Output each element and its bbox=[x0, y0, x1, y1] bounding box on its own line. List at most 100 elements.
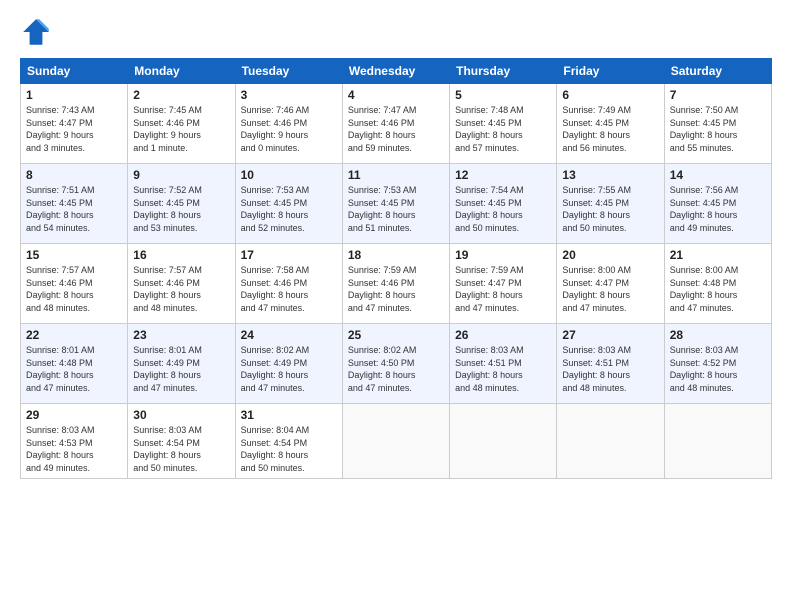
calendar-cell: 13Sunrise: 7:55 AM Sunset: 4:45 PM Dayli… bbox=[557, 164, 664, 244]
day-info: Sunrise: 7:51 AM Sunset: 4:45 PM Dayligh… bbox=[26, 184, 122, 234]
weekday-header-monday: Monday bbox=[128, 59, 235, 84]
day-number: 9 bbox=[133, 168, 229, 182]
day-info: Sunrise: 7:56 AM Sunset: 4:45 PM Dayligh… bbox=[670, 184, 766, 234]
day-number: 4 bbox=[348, 88, 444, 102]
day-info: Sunrise: 7:48 AM Sunset: 4:45 PM Dayligh… bbox=[455, 104, 551, 154]
calendar-cell: 28 Sunrise: 8:03 AM Sunset: 4:52 PM Dayli… bbox=[664, 324, 771, 404]
day-number: 25 bbox=[348, 328, 444, 342]
calendar-cell: 20 Sunrise: 8:00 AM Sunset: 4:47 PM Dayli… bbox=[557, 244, 664, 324]
day-info: Sunrise: 7:53 AM Sunset: 4:45 PM Dayligh… bbox=[241, 184, 337, 234]
day-info: Sunrise: 7:54 AM Sunset: 4:45 PM Dayligh… bbox=[455, 184, 551, 234]
day-info: Sunrise: 8:03 AM Sunset: 4:51 PM Dayligh… bbox=[562, 344, 658, 394]
day-number: 5 bbox=[455, 88, 551, 102]
calendar-cell: 3 Sunrise: 7:46 AM Sunset: 4:46 PM Daylig… bbox=[235, 84, 342, 164]
weekday-header-friday: Friday bbox=[557, 59, 664, 84]
day-number: 6 bbox=[562, 88, 658, 102]
calendar-cell: 7 Sunrise: 7:50 AM Sunset: 4:45 PM Daylig… bbox=[664, 84, 771, 164]
day-number: 16 bbox=[133, 248, 229, 262]
calendar-cell: 10 Sunrise: 7:53 AM Sunset: 4:45 PM Dayli… bbox=[235, 164, 342, 244]
day-number: 23 bbox=[133, 328, 229, 342]
calendar-cell bbox=[342, 404, 449, 479]
day-number: 30 bbox=[133, 408, 229, 422]
day-number: 15 bbox=[26, 248, 122, 262]
page-header bbox=[20, 16, 772, 48]
day-number: 14 bbox=[670, 168, 766, 182]
day-number: 7 bbox=[670, 88, 766, 102]
calendar-cell: 23 Sunrise: 8:01 AM Sunset: 4:49 PM Dayli… bbox=[128, 324, 235, 404]
calendar-cell bbox=[664, 404, 771, 479]
day-info: Sunrise: 8:03 AM Sunset: 4:51 PM Dayligh… bbox=[455, 344, 551, 394]
calendar-cell: 16 Sunrise: 7:57 AM Sunset: 4:46 PM Dayli… bbox=[128, 244, 235, 324]
day-info: Sunrise: 7:52 AM Sunset: 4:45 PM Dayligh… bbox=[133, 184, 229, 234]
calendar-cell: 31 Sunrise: 8:04 AM Sunset: 4:54 PM Dayli… bbox=[235, 404, 342, 479]
day-info: Sunrise: 7:45 AM Sunset: 4:46 PM Dayligh… bbox=[133, 104, 229, 154]
weekday-header-wednesday: Wednesday bbox=[342, 59, 449, 84]
day-number: 24 bbox=[241, 328, 337, 342]
calendar-cell bbox=[557, 404, 664, 479]
calendar-cell: 17 Sunrise: 7:58 AM Sunset: 4:46 PM Dayli… bbox=[235, 244, 342, 324]
calendar-cell: 12 Sunrise: 7:54 AM Sunset: 4:45 PM Dayli… bbox=[450, 164, 557, 244]
day-info: Sunrise: 8:02 AM Sunset: 4:50 PM Dayligh… bbox=[348, 344, 444, 394]
day-info: Sunrise: 8:01 AM Sunset: 4:48 PM Dayligh… bbox=[26, 344, 122, 394]
calendar-cell: 1 Sunrise: 7:43 AM Sunset: 4:47 PM Daylig… bbox=[21, 84, 128, 164]
calendar-cell: 6 Sunrise: 7:49 AM Sunset: 4:45 PM Daylig… bbox=[557, 84, 664, 164]
calendar-cell: 8Sunrise: 7:51 AM Sunset: 4:45 PM Daylig… bbox=[21, 164, 128, 244]
day-number: 26 bbox=[455, 328, 551, 342]
day-number: 31 bbox=[241, 408, 337, 422]
day-number: 20 bbox=[562, 248, 658, 262]
day-info: Sunrise: 8:03 AM Sunset: 4:53 PM Dayligh… bbox=[26, 424, 122, 474]
day-number: 3 bbox=[241, 88, 337, 102]
calendar-cell: 19 Sunrise: 7:59 AM Sunset: 4:47 PM Dayli… bbox=[450, 244, 557, 324]
day-info: Sunrise: 7:46 AM Sunset: 4:46 PM Dayligh… bbox=[241, 104, 337, 154]
day-number: 10 bbox=[241, 168, 337, 182]
calendar-cell: 29 Sunrise: 8:03 AM Sunset: 4:53 PM Dayli… bbox=[21, 404, 128, 479]
day-info: Sunrise: 7:55 AM Sunset: 4:45 PM Dayligh… bbox=[562, 184, 658, 234]
calendar-cell: 9 Sunrise: 7:52 AM Sunset: 4:45 PM Daylig… bbox=[128, 164, 235, 244]
calendar-cell: 30 Sunrise: 8:03 AM Sunset: 4:54 PM Dayli… bbox=[128, 404, 235, 479]
calendar-cell: 26 Sunrise: 8:03 AM Sunset: 4:51 PM Dayli… bbox=[450, 324, 557, 404]
day-number: 21 bbox=[670, 248, 766, 262]
day-number: 12 bbox=[455, 168, 551, 182]
day-number: 11 bbox=[348, 168, 444, 182]
calendar-cell: 21Sunrise: 8:00 AM Sunset: 4:48 PM Dayli… bbox=[664, 244, 771, 324]
day-info: Sunrise: 7:59 AM Sunset: 4:47 PM Dayligh… bbox=[455, 264, 551, 314]
day-info: Sunrise: 7:50 AM Sunset: 4:45 PM Dayligh… bbox=[670, 104, 766, 154]
weekday-header-saturday: Saturday bbox=[664, 59, 771, 84]
day-info: Sunrise: 8:04 AM Sunset: 4:54 PM Dayligh… bbox=[241, 424, 337, 474]
calendar-cell: 2 Sunrise: 7:45 AM Sunset: 4:46 PM Daylig… bbox=[128, 84, 235, 164]
calendar-cell bbox=[450, 404, 557, 479]
calendar-cell: 5 Sunrise: 7:48 AM Sunset: 4:45 PM Daylig… bbox=[450, 84, 557, 164]
day-info: Sunrise: 8:01 AM Sunset: 4:49 PM Dayligh… bbox=[133, 344, 229, 394]
calendar-cell: 25 Sunrise: 8:02 AM Sunset: 4:50 PM Dayli… bbox=[342, 324, 449, 404]
day-number: 18 bbox=[348, 248, 444, 262]
calendar-cell: 11Sunrise: 7:53 AM Sunset: 4:45 PM Dayli… bbox=[342, 164, 449, 244]
day-info: Sunrise: 7:59 AM Sunset: 4:46 PM Dayligh… bbox=[348, 264, 444, 314]
day-info: Sunrise: 7:47 AM Sunset: 4:46 PM Dayligh… bbox=[348, 104, 444, 154]
day-info: Sunrise: 7:43 AM Sunset: 4:47 PM Dayligh… bbox=[26, 104, 122, 154]
day-number: 17 bbox=[241, 248, 337, 262]
calendar-cell: 4 Sunrise: 7:47 AM Sunset: 4:46 PM Daylig… bbox=[342, 84, 449, 164]
day-number: 28 bbox=[670, 328, 766, 342]
day-number: 2 bbox=[133, 88, 229, 102]
day-info: Sunrise: 7:58 AM Sunset: 4:46 PM Dayligh… bbox=[241, 264, 337, 314]
day-info: Sunrise: 8:03 AM Sunset: 4:52 PM Dayligh… bbox=[670, 344, 766, 394]
day-info: Sunrise: 7:49 AM Sunset: 4:45 PM Dayligh… bbox=[562, 104, 658, 154]
day-info: Sunrise: 8:00 AM Sunset: 4:47 PM Dayligh… bbox=[562, 264, 658, 314]
day-info: Sunrise: 8:03 AM Sunset: 4:54 PM Dayligh… bbox=[133, 424, 229, 474]
day-info: Sunrise: 7:57 AM Sunset: 4:46 PM Dayligh… bbox=[133, 264, 229, 314]
calendar-cell: 18 Sunrise: 7:59 AM Sunset: 4:46 PM Dayli… bbox=[342, 244, 449, 324]
day-number: 19 bbox=[455, 248, 551, 262]
day-number: 29 bbox=[26, 408, 122, 422]
day-number: 22 bbox=[26, 328, 122, 342]
weekday-header-tuesday: Tuesday bbox=[235, 59, 342, 84]
day-number: 27 bbox=[562, 328, 658, 342]
day-info: Sunrise: 8:02 AM Sunset: 4:49 PM Dayligh… bbox=[241, 344, 337, 394]
day-info: Sunrise: 7:57 AM Sunset: 4:46 PM Dayligh… bbox=[26, 264, 122, 314]
calendar-cell: 22 Sunrise: 8:01 AM Sunset: 4:48 PM Dayli… bbox=[21, 324, 128, 404]
weekday-header-thursday: Thursday bbox=[450, 59, 557, 84]
day-number: 1 bbox=[26, 88, 122, 102]
logo-icon bbox=[20, 16, 52, 48]
logo bbox=[20, 16, 56, 48]
weekday-header-sunday: Sunday bbox=[21, 59, 128, 84]
calendar-cell: 14 Sunrise: 7:56 AM Sunset: 4:45 PM Dayli… bbox=[664, 164, 771, 244]
